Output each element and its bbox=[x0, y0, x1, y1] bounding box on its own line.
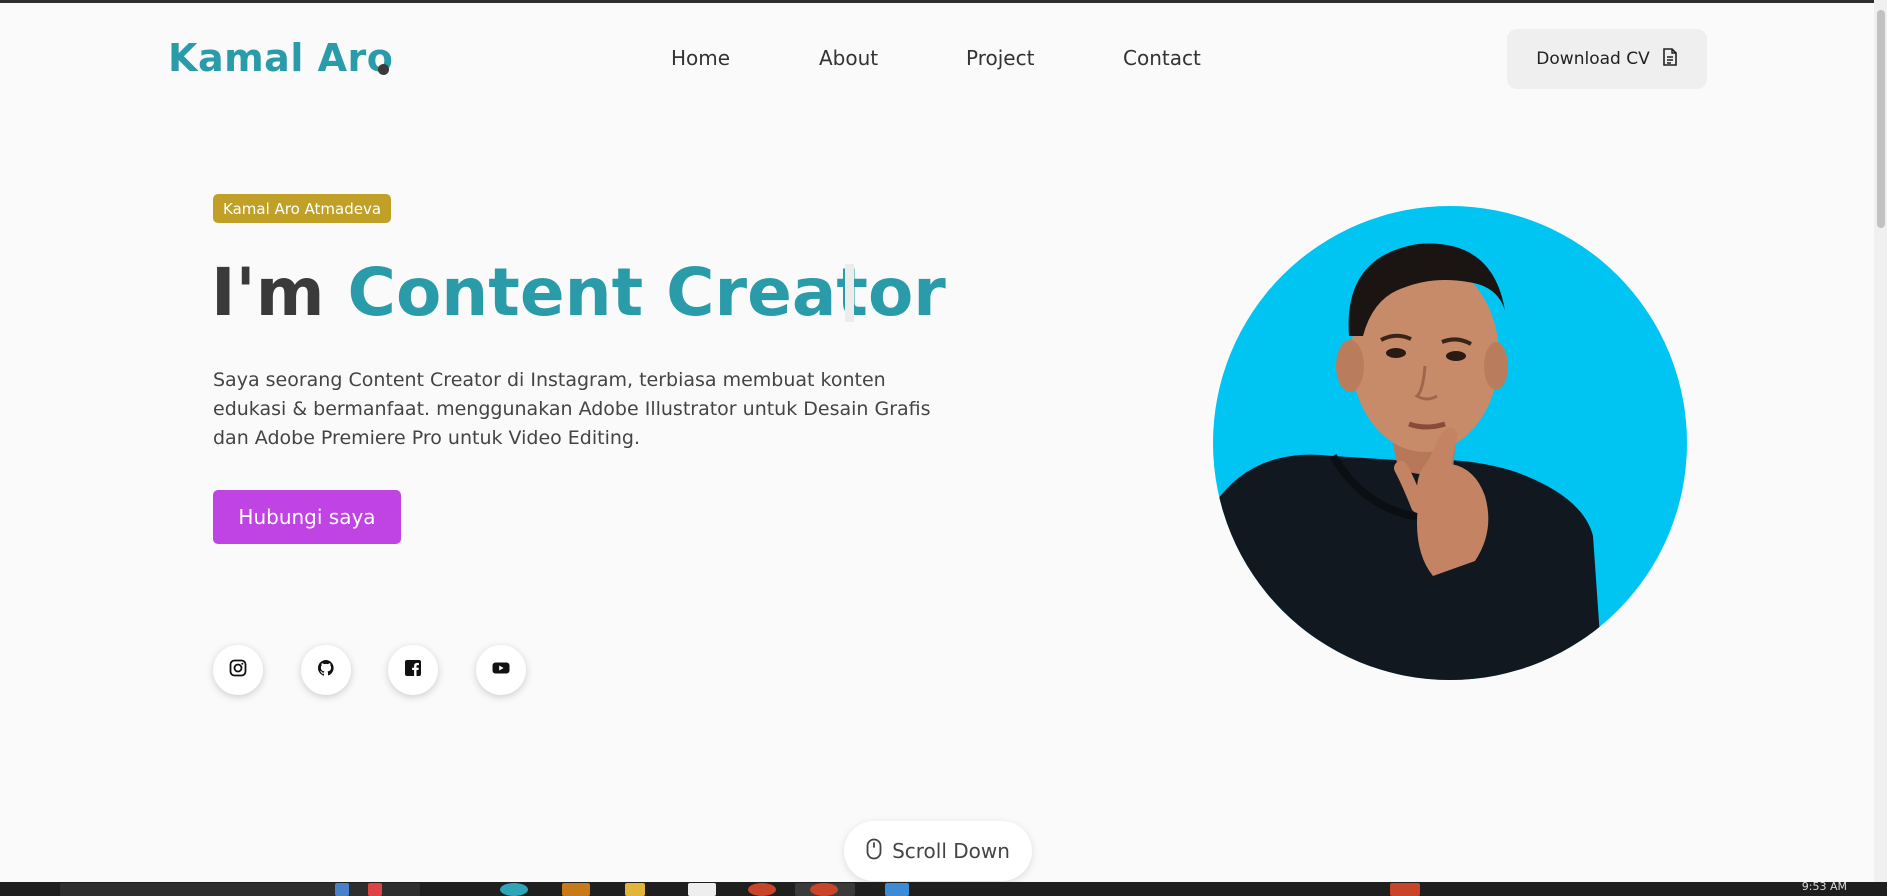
site-logo[interactable]: Kamal Aro bbox=[168, 36, 393, 80]
taskbar-search[interactable] bbox=[60, 883, 420, 896]
nav-project[interactable]: Project bbox=[966, 46, 1034, 70]
github-icon bbox=[317, 659, 335, 681]
window-top-border bbox=[0, 0, 1887, 3]
mouse-icon bbox=[866, 838, 882, 865]
taskbar-app-icon[interactable] bbox=[885, 883, 909, 896]
scroll-down-button[interactable]: Scroll Down bbox=[844, 821, 1032, 881]
document-icon bbox=[1662, 47, 1678, 71]
nav-contact[interactable]: Contact bbox=[1123, 46, 1201, 70]
github-link[interactable] bbox=[301, 645, 351, 695]
headline-prefix: I'm bbox=[211, 254, 325, 331]
taskbar-app-icon[interactable] bbox=[562, 883, 590, 896]
nav-about[interactable]: About bbox=[819, 46, 878, 70]
hero-description: Saya seorang Content Creator di Instagra… bbox=[213, 369, 931, 449]
taskbar-app-icon[interactable] bbox=[748, 883, 776, 896]
contact-button[interactable]: Hubungi saya bbox=[213, 490, 401, 544]
taskbar-app-icon[interactable] bbox=[368, 883, 382, 896]
logo-dot bbox=[378, 64, 389, 75]
nav-home[interactable]: Home bbox=[671, 46, 730, 70]
taskbar-app-icon[interactable] bbox=[1390, 883, 1420, 896]
facebook-link[interactable] bbox=[388, 645, 438, 695]
profile-photo bbox=[1213, 206, 1687, 680]
os-taskbar: 9:53 AM bbox=[0, 882, 1887, 896]
facebook-icon bbox=[404, 659, 422, 681]
typing-cursor bbox=[845, 264, 854, 322]
taskbar-app-icon[interactable] bbox=[625, 883, 645, 896]
youtube-link[interactable] bbox=[476, 645, 526, 695]
headline-role: Content Creator bbox=[347, 254, 946, 331]
taskbar-clock[interactable]: 9:53 AM bbox=[1802, 882, 1847, 893]
taskbar-app-icon[interactable] bbox=[335, 883, 349, 896]
scroll-down-label: Scroll Down bbox=[892, 839, 1010, 863]
taskbar-app-icon[interactable] bbox=[688, 883, 716, 896]
instagram-link[interactable] bbox=[213, 645, 263, 695]
name-badge: Kamal Aro Atmadeva bbox=[213, 194, 392, 223]
profile-portrait-illustration bbox=[1213, 243, 1603, 680]
download-cv-label: Download CV bbox=[1536, 49, 1650, 69]
instagram-icon bbox=[229, 659, 247, 681]
youtube-icon bbox=[492, 659, 510, 681]
scrollbar-thumb[interactable] bbox=[1877, 10, 1885, 228]
download-cv-button[interactable]: Download CV bbox=[1507, 29, 1707, 89]
hero-headline: I'm Content Creator bbox=[211, 254, 946, 331]
taskbar-app-icon[interactable] bbox=[500, 883, 528, 896]
taskbar-app-icon[interactable] bbox=[810, 883, 838, 896]
